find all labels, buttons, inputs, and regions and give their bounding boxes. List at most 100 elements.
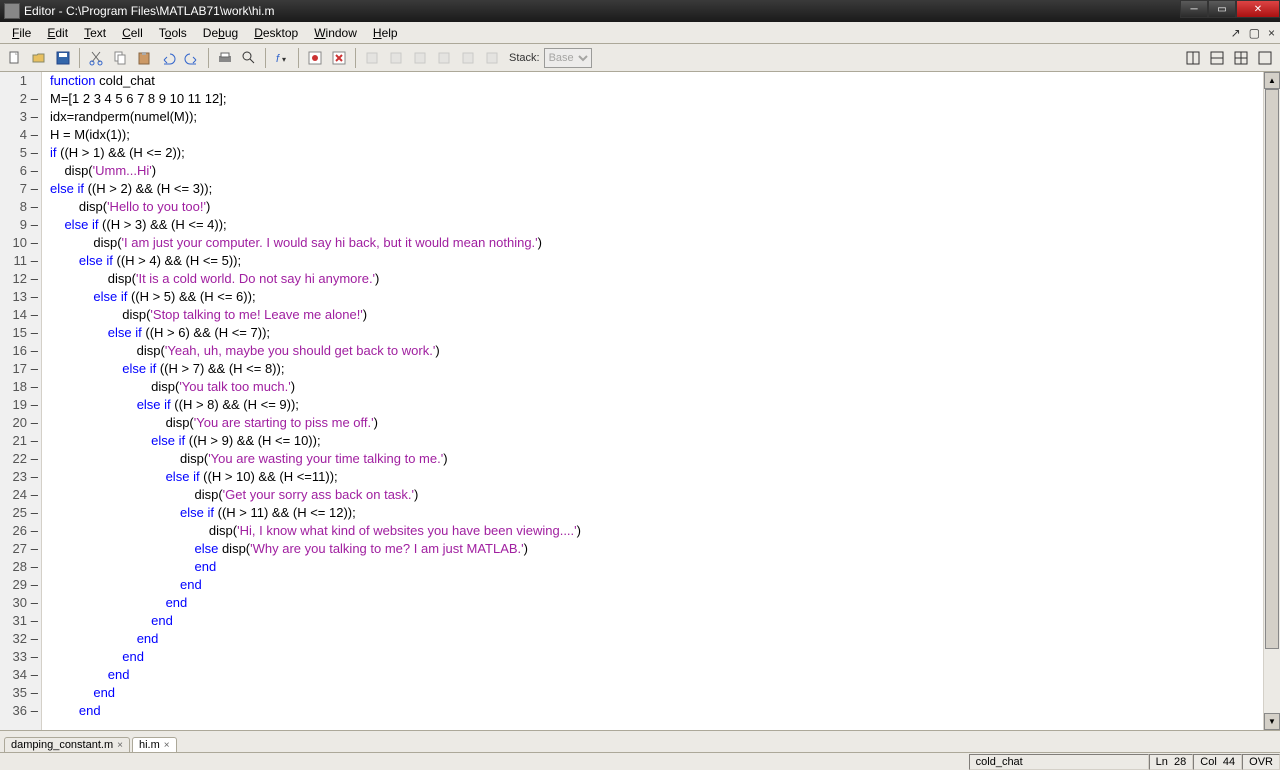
scroll-thumb[interactable] (1265, 89, 1279, 649)
layout-3-button[interactable] (1230, 47, 1252, 69)
line-number[interactable]: 15– (0, 324, 41, 342)
code-line[interactable]: disp('You are starting to piss me off.') (50, 414, 1263, 432)
minimize-button[interactable]: ─ (1180, 0, 1208, 18)
code-line[interactable]: disp('Stop talking to me! Leave me alone… (50, 306, 1263, 324)
step-in-button[interactable] (385, 47, 407, 69)
code-line[interactable]: disp('Hello to you too!') (50, 198, 1263, 216)
stack-select[interactable]: Base (544, 48, 592, 68)
line-number[interactable]: 24– (0, 486, 41, 504)
code-line[interactable]: else if ((H > 10) && (H <=11)); (50, 468, 1263, 486)
code-line[interactable]: idx=randperm(numel(M)); (50, 108, 1263, 126)
code-line[interactable]: end (50, 576, 1263, 594)
line-number[interactable]: 1 (0, 72, 41, 90)
line-number[interactable]: 8– (0, 198, 41, 216)
code-line[interactable]: end (50, 612, 1263, 630)
line-number[interactable]: 36– (0, 702, 41, 720)
menu-debug[interactable]: Debug (195, 24, 246, 42)
code-line[interactable]: else if ((H > 11) && (H <= 12)); (50, 504, 1263, 522)
tab-close-icon[interactable]: × (164, 740, 170, 751)
menu-text[interactable]: Text (76, 24, 114, 42)
line-number[interactable]: 21– (0, 432, 41, 450)
code-line[interactable]: disp('You talk too much.') (50, 378, 1263, 396)
layout-2-button[interactable] (1206, 47, 1228, 69)
cut-button[interactable] (85, 47, 107, 69)
line-gutter[interactable]: 1 2–3–4–5–6–7–8–9–10–11–12–13–14–15–16–1… (0, 72, 42, 730)
continue-button[interactable] (433, 47, 455, 69)
line-number[interactable]: 11– (0, 252, 41, 270)
code-line[interactable]: else if ((H > 9) && (H <= 10)); (50, 432, 1263, 450)
save-button[interactable] (52, 47, 74, 69)
line-number[interactable]: 28– (0, 558, 41, 576)
undo-button[interactable] (157, 47, 179, 69)
menu-help[interactable]: Help (365, 24, 406, 42)
code-line[interactable]: else if ((H > 2) && (H <= 3)); (50, 180, 1263, 198)
code-line[interactable]: disp('Get your sorry ass back on task.') (50, 486, 1263, 504)
menu-window[interactable]: Window (306, 24, 365, 42)
paste-button[interactable] (133, 47, 155, 69)
code-line[interactable]: end (50, 558, 1263, 576)
new-file-button[interactable] (4, 47, 26, 69)
code-line[interactable]: else if ((H > 7) && (H <= 8)); (50, 360, 1263, 378)
scroll-up-button[interactable]: ▲ (1264, 72, 1280, 89)
line-number[interactable]: 16– (0, 342, 41, 360)
line-number[interactable]: 13– (0, 288, 41, 306)
menu-edit[interactable]: Edit (39, 24, 76, 42)
go-until-button[interactable] (457, 47, 479, 69)
code-line[interactable]: disp('It is a cold world. Do not say hi … (50, 270, 1263, 288)
code-line[interactable]: else if ((H > 4) && (H <= 5)); (50, 252, 1263, 270)
line-number[interactable]: 27– (0, 540, 41, 558)
code-line[interactable]: else disp('Why are you talking to me? I … (50, 540, 1263, 558)
code-line[interactable]: end (50, 684, 1263, 702)
clear-breakpoint-button[interactable] (328, 47, 350, 69)
line-number[interactable]: 3– (0, 108, 41, 126)
set-breakpoint-button[interactable] (304, 47, 326, 69)
menu-cell[interactable]: Cell (114, 24, 151, 42)
code-line[interactable]: if ((H > 1) && (H <= 2)); (50, 144, 1263, 162)
open-file-button[interactable] (28, 47, 50, 69)
step-out-button[interactable] (409, 47, 431, 69)
code-line[interactable]: end (50, 648, 1263, 666)
code-line[interactable]: else if ((H > 3) && (H <= 4)); (50, 216, 1263, 234)
line-number[interactable]: 17– (0, 360, 41, 378)
line-number[interactable]: 6– (0, 162, 41, 180)
redo-button[interactable] (181, 47, 203, 69)
line-number[interactable]: 33– (0, 648, 41, 666)
code-line[interactable]: disp('I am just your computer. I would s… (50, 234, 1263, 252)
line-number[interactable]: 35– (0, 684, 41, 702)
code-line[interactable]: end (50, 594, 1263, 612)
code-line[interactable]: M=[1 2 3 4 5 6 7 8 9 10 11 12]; (50, 90, 1263, 108)
line-number[interactable]: 18– (0, 378, 41, 396)
layout-4-button[interactable] (1254, 47, 1276, 69)
code-line[interactable]: else if ((H > 6) && (H <= 7)); (50, 324, 1263, 342)
mdi-close-icon[interactable]: × (1265, 26, 1278, 40)
line-number[interactable]: 12– (0, 270, 41, 288)
line-number[interactable]: 4– (0, 126, 41, 144)
code-line[interactable]: end (50, 702, 1263, 720)
layout-1-button[interactable] (1182, 47, 1204, 69)
line-number[interactable]: 26– (0, 522, 41, 540)
line-number[interactable]: 9– (0, 216, 41, 234)
line-number[interactable]: 23– (0, 468, 41, 486)
vertical-scrollbar[interactable]: ▲ ▼ (1263, 72, 1280, 730)
menu-desktop[interactable]: Desktop (246, 24, 306, 42)
code-line[interactable]: disp('Hi, I know what kind of websites y… (50, 522, 1263, 540)
line-number[interactable]: 7– (0, 180, 41, 198)
tab-close-icon[interactable]: × (117, 740, 123, 751)
line-number[interactable]: 29– (0, 576, 41, 594)
line-number[interactable]: 5– (0, 144, 41, 162)
code-line[interactable]: disp('You are wasting your time talking … (50, 450, 1263, 468)
code-line[interactable]: function cold_chat (50, 72, 1263, 90)
code-line[interactable]: else if ((H > 8) && (H <= 9)); (50, 396, 1263, 414)
line-number[interactable]: 14– (0, 306, 41, 324)
line-number[interactable]: 20– (0, 414, 41, 432)
line-number[interactable]: 30– (0, 594, 41, 612)
line-number[interactable]: 32– (0, 630, 41, 648)
code-line[interactable]: end (50, 666, 1263, 684)
code-line[interactable]: disp('Umm...Hi') (50, 162, 1263, 180)
copy-button[interactable] (109, 47, 131, 69)
line-number[interactable]: 19– (0, 396, 41, 414)
tab-damping-constant[interactable]: damping_constant.m × (4, 737, 130, 752)
menu-file[interactable]: File (4, 24, 39, 42)
code-line[interactable]: else if ((H > 5) && (H <= 6)); (50, 288, 1263, 306)
dock-icon[interactable]: ▢ (1246, 26, 1263, 40)
